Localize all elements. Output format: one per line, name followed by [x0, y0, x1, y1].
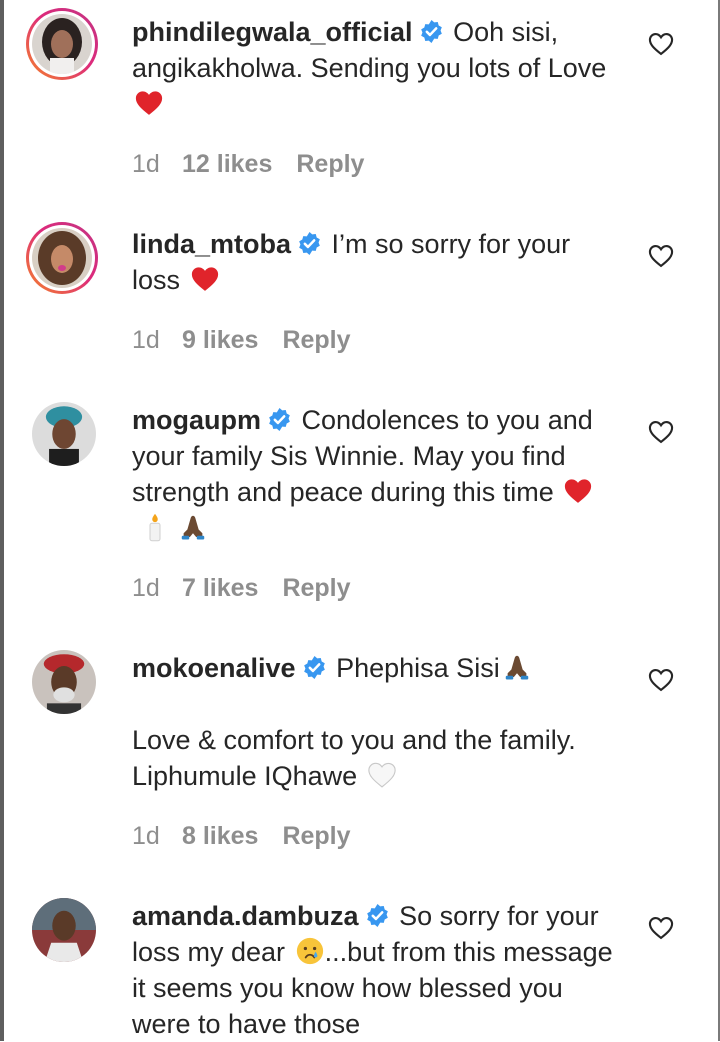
comment-likes[interactable]: 8 likes: [182, 820, 258, 852]
comment-text: Love & comfort to you and the family. Li…: [132, 725, 576, 791]
avatar[interactable]: [26, 8, 98, 80]
comment-username[interactable]: linda_mtoba: [132, 229, 291, 259]
comment-body: phindilegwala_official Ooh sisi, angikak…: [132, 14, 622, 122]
verified-badge-icon: [365, 903, 390, 928]
crying-face-icon: [295, 936, 325, 966]
avatar[interactable]: [32, 402, 96, 466]
comment-meta: 1d 12 likes Reply: [132, 148, 364, 180]
like-heart-icon[interactable]: [647, 242, 675, 270]
avatar[interactable]: [26, 222, 98, 294]
like-heart-icon[interactable]: [647, 914, 675, 942]
reply-button[interactable]: Reply: [282, 572, 350, 604]
verified-badge-icon: [297, 231, 322, 256]
comment-text: Phephisa Sisi: [336, 653, 500, 683]
comment-body: mokoenalive Phephisa Sisi Love & comfort…: [132, 650, 622, 794]
comment-body: amanda.dambuza So sorry for your loss my…: [132, 898, 622, 1042]
verified-badge-icon: [267, 407, 292, 432]
red-heart-icon: [190, 264, 220, 294]
reply-button[interactable]: Reply: [282, 820, 350, 852]
candle-icon: [140, 512, 170, 542]
comment-meta: 1d 8 likes Reply: [132, 820, 351, 852]
comment-username[interactable]: mogaupm: [132, 405, 261, 435]
avatar[interactable]: [32, 650, 96, 714]
comment-time: 1d: [132, 574, 160, 602]
verified-badge-icon: [419, 19, 444, 44]
comment-username[interactable]: mokoenalive: [132, 653, 296, 683]
reply-button[interactable]: Reply: [282, 324, 350, 356]
comment-likes[interactable]: 12 likes: [182, 148, 272, 180]
comment-body: mogaupm Condolences to you and your fami…: [132, 402, 622, 546]
reply-button[interactable]: Reply: [296, 148, 364, 180]
comment-username[interactable]: amanda.dambuza: [132, 901, 359, 931]
comment-username[interactable]: phindilegwala_official: [132, 17, 413, 47]
window-frame-left: [0, 0, 4, 1041]
comment-meta: 1d 7 likes Reply: [132, 572, 351, 604]
red-heart-icon: [563, 476, 593, 506]
comment-time: 1d: [132, 150, 160, 178]
white-heart-icon: [367, 760, 397, 790]
folded-hands-icon: [178, 512, 208, 542]
comment-meta: 1d 9 likes Reply: [132, 324, 351, 356]
red-heart-icon: [134, 88, 164, 118]
like-heart-icon[interactable]: [647, 30, 675, 58]
comment-time: 1d: [132, 326, 160, 354]
comment-body: linda_mtoba I’m so sorry for your loss: [132, 226, 622, 298]
comment-time: 1d: [132, 822, 160, 850]
avatar[interactable]: [32, 898, 96, 962]
comment-likes[interactable]: 9 likes: [182, 324, 258, 356]
folded-hands-icon: [502, 652, 532, 682]
comment-likes[interactable]: 7 likes: [182, 572, 258, 604]
like-heart-icon[interactable]: [647, 666, 675, 694]
verified-badge-icon: [302, 655, 327, 680]
like-heart-icon[interactable]: [647, 418, 675, 446]
